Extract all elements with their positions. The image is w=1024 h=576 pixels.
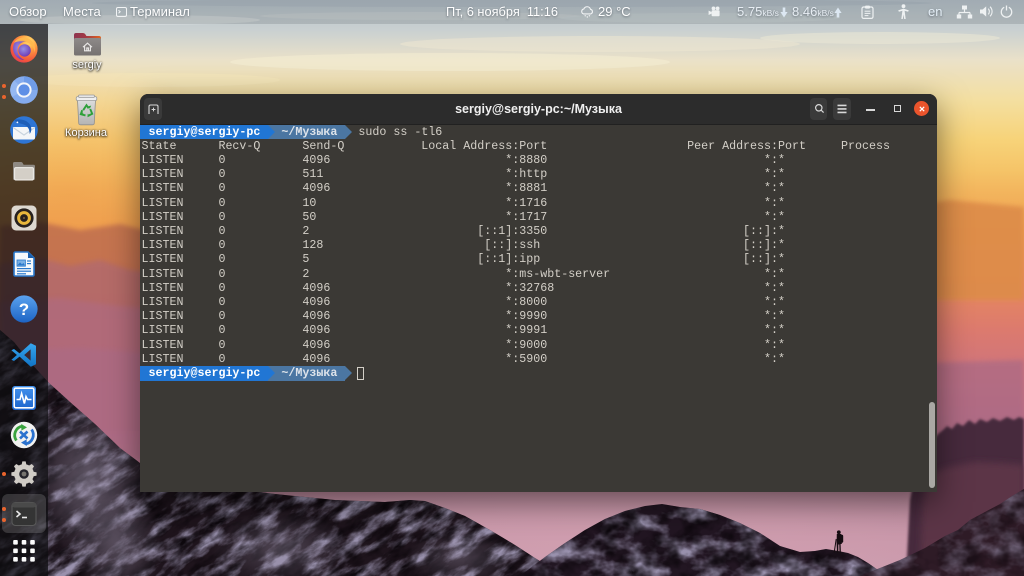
svg-text:?: ? [19, 300, 29, 319]
